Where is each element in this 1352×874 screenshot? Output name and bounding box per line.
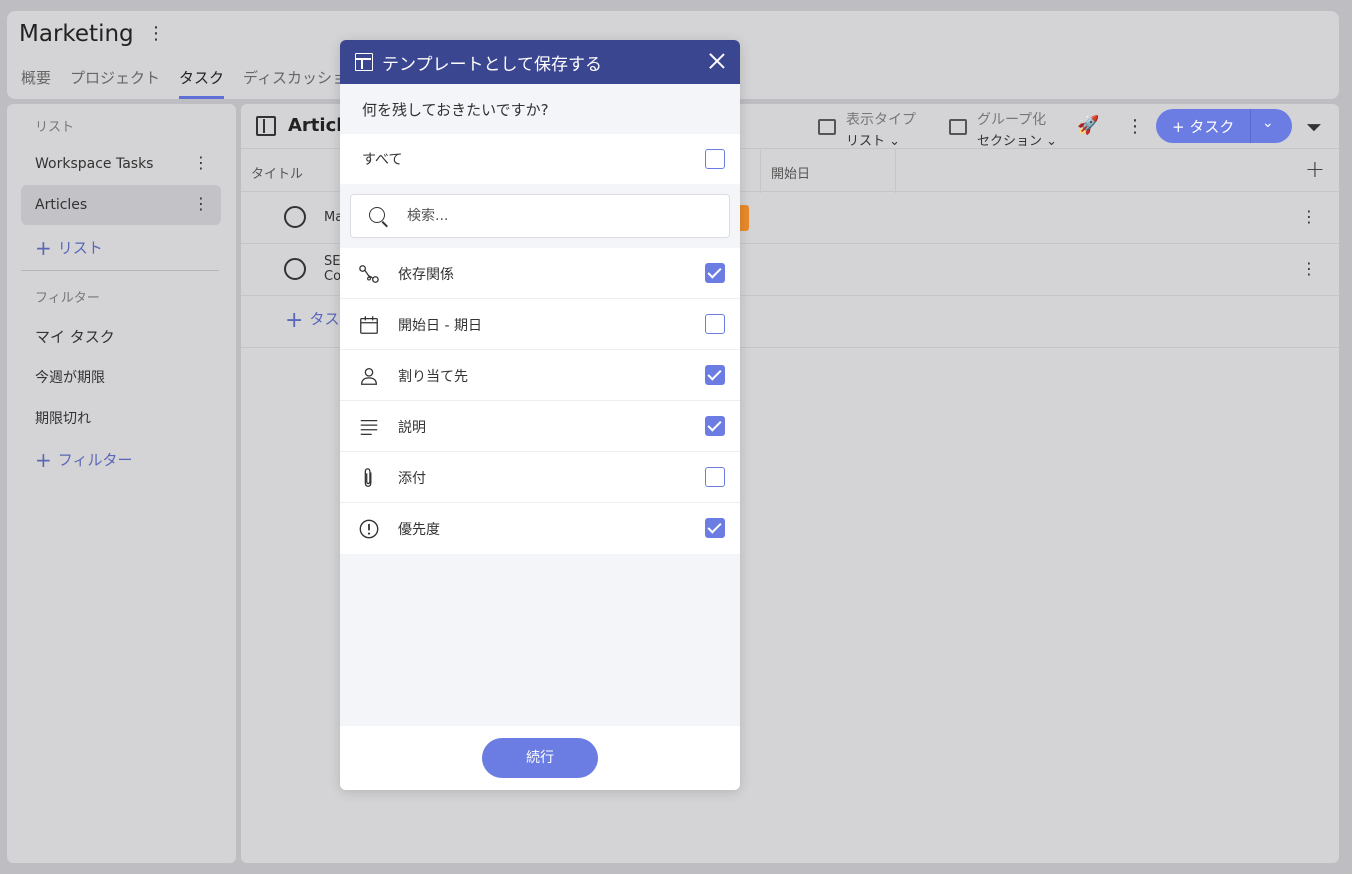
- option-checkbox[interactable]: [705, 416, 725, 436]
- plus-icon: +: [35, 448, 52, 472]
- continue-button[interactable]: 続行: [482, 738, 598, 778]
- option-label: 説明: [398, 420, 426, 436]
- group-by-icon: [949, 119, 967, 135]
- view-type-value: リスト ⌄: [846, 134, 901, 149]
- sidebar-item-workspace-tasks[interactable]: Workspace Tasks ⋮: [21, 144, 221, 184]
- add-filter-button[interactable]: + フィルター: [35, 448, 132, 472]
- complete-task-circle[interactable]: [284, 258, 306, 280]
- column-title[interactable]: タイトル: [251, 163, 303, 182]
- option-all-label: すべて: [362, 152, 403, 168]
- calendar-icon: [360, 316, 378, 334]
- description-lines-icon: [360, 419, 378, 435]
- option-label: 開始日 - 期日: [398, 318, 482, 334]
- option-checkbox[interactable]: [705, 518, 725, 538]
- option-checkbox[interactable]: [705, 365, 725, 385]
- column-start-date[interactable]: 開始日: [771, 163, 810, 182]
- paperclip-icon: [364, 468, 372, 487]
- filter-my-tasks[interactable]: マイ タスク: [35, 326, 115, 347]
- add-list-button[interactable]: + リスト: [35, 236, 103, 260]
- option-checkbox[interactable]: [705, 467, 725, 487]
- list-menu-icon[interactable]: ⋮: [193, 155, 209, 171]
- group-by-selector[interactable]: グループ化 セクション ⌄: [977, 109, 1057, 149]
- collapse-sidebar-icon[interactable]: [256, 116, 276, 136]
- tab-tasks[interactable]: タスク: [179, 67, 225, 99]
- option-label: 割り当て先: [398, 369, 468, 385]
- rocket-icon[interactable]: 🚀: [1077, 115, 1099, 136]
- tab-overview[interactable]: 概要: [21, 67, 51, 99]
- dialog-header: テンプレートとして保存する: [340, 40, 740, 84]
- chevron-down-icon[interactable]: ⌄: [1262, 115, 1274, 131]
- add-list-label: リスト: [57, 239, 103, 257]
- column-divider: [895, 149, 896, 193]
- filter-due-this-week[interactable]: 今週が期限: [35, 367, 105, 387]
- option-assignee[interactable]: 割り当て先: [340, 350, 740, 401]
- group-by-label: グループ化: [977, 112, 1047, 128]
- sidebar-item-label: Articles: [35, 197, 88, 213]
- add-column-icon[interactable]: +: [1305, 155, 1325, 183]
- close-icon[interactable]: [708, 52, 726, 70]
- option-priority[interactable]: 優先度: [340, 503, 740, 554]
- sidebar-item-label: Workspace Tasks: [35, 156, 154, 172]
- option-all-checkbox[interactable]: [705, 149, 725, 169]
- person-icon: [361, 368, 377, 385]
- complete-task-circle[interactable]: [284, 206, 306, 228]
- search-icon: [369, 207, 385, 223]
- row-menu-icon[interactable]: ⋮: [1301, 261, 1317, 277]
- option-label: 添付: [398, 471, 426, 487]
- dialog-question: 何を残しておきたいですか?: [362, 101, 549, 119]
- list-menu-icon[interactable]: ⋮: [193, 196, 209, 212]
- tab-projects[interactable]: プロジェクト: [70, 67, 160, 99]
- search-input[interactable]: [407, 205, 707, 227]
- add-task-label: + タスク: [1172, 118, 1235, 136]
- sidebar-item-articles[interactable]: Articles ⋮: [21, 185, 221, 225]
- option-dependencies[interactable]: 依存関係: [340, 248, 740, 299]
- sidebar-divider: [21, 270, 219, 271]
- option-checkbox[interactable]: [705, 263, 725, 283]
- option-label: 依存関係: [398, 267, 454, 283]
- option-dates[interactable]: 開始日 - 期日: [340, 299, 740, 350]
- template-icon: [355, 53, 373, 71]
- option-all[interactable]: すべて: [340, 134, 740, 184]
- dialog-footer: 続行: [340, 726, 740, 790]
- add-task-inline[interactable]: + タス: [285, 308, 339, 333]
- priority-exclamation-icon: [359, 519, 379, 539]
- column-divider: [760, 149, 761, 193]
- row-menu-icon[interactable]: ⋮: [1301, 209, 1317, 225]
- project-menu-icon[interactable]: ⋮: [147, 25, 165, 43]
- project-tabs: 概要 プロジェクト タスク ディスカッション: [21, 67, 381, 99]
- view-type-selector[interactable]: 表示タイプ リスト ⌄: [846, 109, 916, 149]
- save-as-template-dialog: テンプレートとして保存する 何を残しておきたいですか? すべて 依存関係: [340, 40, 740, 790]
- lists-heading: リスト: [35, 120, 75, 135]
- project-title: Marketing: [19, 21, 134, 47]
- filter-overdue[interactable]: 期限切れ: [35, 408, 91, 428]
- option-attachments[interactable]: 添付: [340, 452, 740, 503]
- option-description[interactable]: 説明: [340, 401, 740, 452]
- search-box: [350, 194, 730, 238]
- dependency-icon: [359, 265, 379, 283]
- add-filter-label: フィルター: [57, 451, 133, 469]
- option-checkbox[interactable]: [705, 314, 725, 334]
- view-type-label: 表示タイプ: [846, 112, 916, 128]
- plus-icon: +: [285, 308, 304, 333]
- sidebar: リスト Workspace Tasks ⋮ Articles ⋮ + リスト フィ…: [7, 104, 236, 863]
- view-type-icon: [818, 119, 836, 135]
- group-by-value: セクション ⌄: [977, 134, 1058, 149]
- filters-heading: フィルター: [35, 291, 100, 306]
- task-title: SE Co: [324, 254, 342, 284]
- add-task-separator: [1250, 109, 1251, 143]
- options-list: 依存関係 開始日 - 期日 割り当て先 説明 添付 優先度: [340, 248, 740, 554]
- add-task-button[interactable]: + タスク ⌄: [1156, 109, 1292, 143]
- plus-icon: +: [35, 236, 52, 260]
- dialog-title: テンプレートとして保存する: [382, 55, 602, 75]
- more-menu-icon[interactable]: ⋮: [1126, 118, 1144, 136]
- filter-funnel-icon[interactable]: ⏷: [1306, 115, 1322, 139]
- option-label: 優先度: [398, 522, 440, 538]
